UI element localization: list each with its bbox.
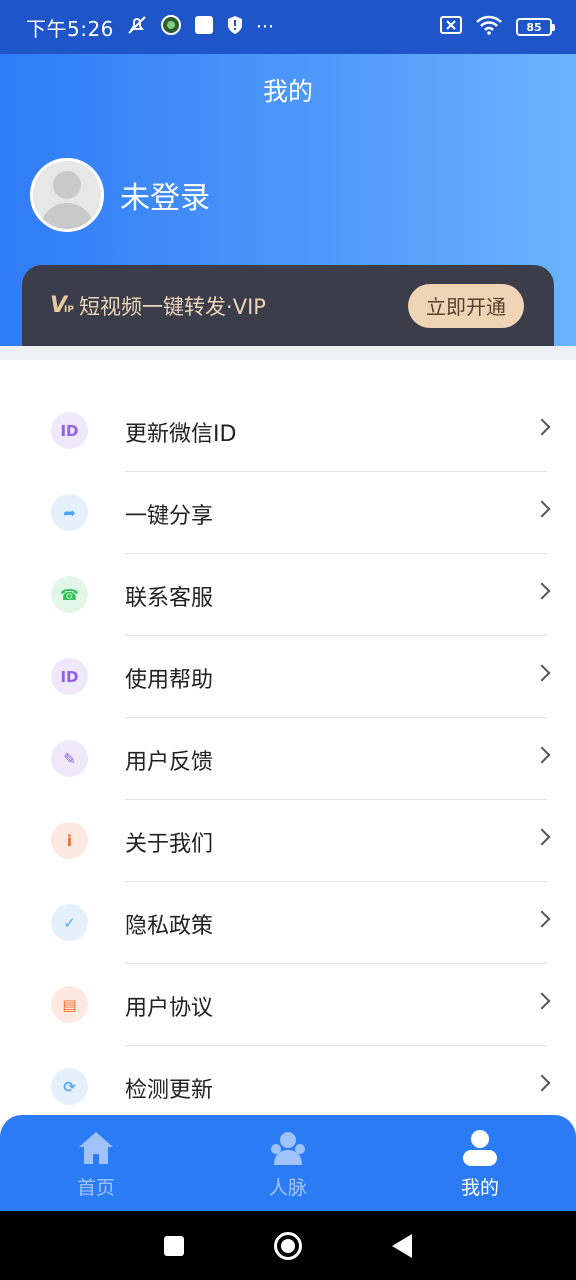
chevron-right-icon [533,1074,551,1092]
chevron-right-icon [533,910,551,928]
menu-item[interactable]: ▤ 用户协议 [0,964,576,1046]
tab-label: 人脉 [268,1177,307,1199]
shield-status-icon [226,15,244,40]
chevron-right-icon [533,582,551,600]
menu-item-label: 隐私政策 [125,914,214,939]
contacts-icon [268,1129,308,1167]
login-status[interactable]: 未登录 [120,173,210,217]
wifi-icon [476,15,502,40]
menu-item-label: 用户反馈 [125,750,214,775]
menu-item-label: 关于我们 [125,832,214,857]
tab-profile[interactable]: 我的 [384,1115,576,1211]
chevron-right-icon [533,828,551,846]
menu-item[interactable]: ➦ 一键分享 [0,472,576,554]
menu-item[interactable]: ✎ 用户反馈 [0,718,576,800]
open-vip-button[interactable]: 立即开通 [408,283,524,328]
sim-off-icon [440,15,462,39]
app-badge-icon [160,14,182,41]
menu-item-label: 检测更新 [125,1078,214,1103]
chevron-right-icon [533,500,551,518]
chevron-right-icon [533,992,551,1010]
back-button[interactable] [392,1233,412,1258]
system-nav-bar [0,1211,576,1280]
info-icon: i [51,822,88,859]
feedback-icon: ✎ [51,740,88,777]
vip-logo-icon: V IP [50,293,74,318]
tab-label: 我的 [460,1177,499,1199]
settings-menu: ID 更新微信ID ➦ 一键分享 ☎ 联系客服 ID 使用帮助 ✎ 用户反馈 i 关于我们 ✓ 隐私政策 ▤… [0,390,576,1128]
share-icon: ➦ [51,494,88,531]
chevron-right-icon [533,746,551,764]
home-icon [76,1129,116,1167]
menu-item[interactable]: ☎ 联系客服 [0,554,576,636]
mute-icon [126,14,148,41]
headset-icon: ☎ [51,576,88,613]
menu-item-label: 使用帮助 [125,668,214,693]
status-bar: 下午5:26 ··· 85 [0,0,576,54]
tab-label: 首页 [76,1177,115,1199]
vip-text: 短视频一键转发·VIP [79,294,266,319]
menu-item-label: 联系客服 [125,586,214,611]
profile-icon [460,1129,500,1167]
tab-home[interactable]: 首页 [0,1115,192,1211]
more-status-icon: ··· [255,16,275,38]
book-icon: ▤ [51,986,88,1023]
user-profile-row[interactable]: 未登录 [30,158,210,232]
menu-item[interactable]: ID 使用帮助 [0,636,576,718]
chevron-right-icon [533,664,551,682]
section-divider [0,346,576,360]
recent-apps-button[interactable] [164,1235,184,1256]
refresh-icon: ⟳ [51,1068,88,1105]
menu-item-label: 用户协议 [125,996,214,1021]
id-icon: ID [51,658,88,695]
square-icon [194,15,214,40]
home-button[interactable] [274,1231,302,1260]
battery-icon: 85 [516,18,555,36]
menu-item-label: 更新微信ID [125,422,237,447]
status-time: 下午5:26 [26,16,114,41]
menu-item[interactable]: i 关于我们 [0,800,576,882]
id-icon: ID [51,412,88,449]
menu-item[interactable]: ✓ 隐私政策 [0,882,576,964]
page-title: 我的 [262,77,313,106]
avatar[interactable] [30,158,104,232]
tab-contacts[interactable]: 人脉 [192,1115,384,1211]
bottom-tab-bar: 首页 人脉 我的 [0,1115,576,1211]
menu-item-label: 一键分享 [125,504,214,529]
chevron-right-icon [533,418,551,436]
menu-item[interactable]: ID 更新微信ID [0,390,576,472]
vip-banner[interactable]: V IP 短视频一键转发·VIP 立即开通 [22,265,554,346]
shield-icon: ✓ [51,904,88,941]
